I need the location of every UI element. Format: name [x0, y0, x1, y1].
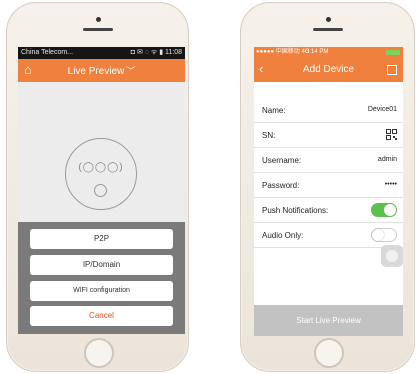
- camera-button-shape: [94, 184, 107, 197]
- carrier-label: China Telecom...: [21, 49, 74, 56]
- home-button[interactable]: [84, 338, 114, 368]
- cancel-button[interactable]: Cancel: [30, 306, 173, 326]
- page-title-text: Live Preview: [67, 66, 125, 77]
- option-p2p[interactable]: P2P: [30, 229, 173, 249]
- audio-only-toggle[interactable]: [371, 228, 397, 242]
- screen-add-device: ●●●●● 中国移动 4G 3:14 PM ‹ Add Device Name:…: [254, 47, 403, 336]
- username-label: Username:: [262, 156, 302, 165]
- earpiece-speaker: [83, 28, 113, 31]
- audio-only-label: Audio Only:: [262, 231, 304, 240]
- clock: 3:14 PM: [306, 49, 329, 55]
- action-sheet: P2P IP/Domain WIFI configuration Cancel: [18, 222, 185, 334]
- assistive-touch-button[interactable]: [381, 245, 403, 267]
- status-icons: ◘ ✉ ◌ ᯤ ▮ 11:08: [130, 49, 182, 56]
- push-notifications-label: Push Notifications:: [262, 206, 329, 215]
- nav-bar: ⌂ Live Preview ﹀: [18, 59, 185, 82]
- password-field[interactable]: •••••: [385, 181, 397, 188]
- phone-right: ●●●●● 中国移动 4G 3:14 PM ‹ Add Device Name:…: [240, 2, 415, 372]
- chevron-down-icon: ﹀: [126, 66, 136, 76]
- scan-icon[interactable]: [387, 65, 397, 75]
- qr-code-icon[interactable]: [386, 129, 397, 140]
- status-bar: ●●●●● 中国移动 4G 3:14 PM: [254, 47, 403, 58]
- phone-left: China Telecom... ◘ ✉ ◌ ᯤ ▮ 11:08 ⌂ Live …: [6, 2, 189, 372]
- name-row[interactable]: Name: Device01: [254, 98, 403, 123]
- option-wifi-configuration[interactable]: WIFI configuration: [30, 281, 173, 301]
- page-title: Add Device: [302, 64, 355, 75]
- toggle-knob: [372, 229, 384, 241]
- sn-row[interactable]: SN:: [254, 123, 403, 148]
- device-form: Name: Device01 SN: Username: admin Passw…: [254, 98, 403, 248]
- username-field[interactable]: admin: [378, 156, 397, 163]
- name-field[interactable]: Device01: [368, 106, 397, 113]
- battery-icon: [386, 50, 400, 55]
- screen-live-preview: China Telecom... ◘ ✉ ◌ ᯤ ▮ 11:08 ⌂ Live …: [18, 47, 185, 334]
- option-ip-domain[interactable]: IP/Domain: [30, 255, 173, 275]
- push-notifications-toggle[interactable]: [371, 203, 397, 217]
- home-button[interactable]: [314, 338, 344, 368]
- password-label: Password:: [262, 181, 300, 190]
- camera-lens-row: (◯◯◯): [78, 162, 124, 173]
- status-bar: China Telecom... ◘ ✉ ◌ ᯤ ▮ 11:08: [18, 47, 185, 59]
- toggle-knob: [384, 204, 396, 216]
- audio-only-row: Audio Only:: [254, 223, 403, 248]
- username-row[interactable]: Username: admin: [254, 148, 403, 173]
- front-camera: [326, 17, 331, 22]
- front-camera: [96, 17, 101, 22]
- password-row[interactable]: Password: •••••: [254, 173, 403, 198]
- carrier-label: ●●●●● 中国移动 4G: [256, 49, 310, 55]
- assistive-touch-icon: [386, 250, 398, 262]
- camera-illustration: (◯◯◯): [65, 138, 137, 210]
- push-notifications-row: Push Notifications:: [254, 198, 403, 223]
- earpiece-speaker: [313, 28, 343, 31]
- name-label: Name:: [262, 106, 286, 115]
- sn-label: SN:: [262, 131, 276, 140]
- start-live-preview-button[interactable]: Start Live Preview: [254, 305, 403, 336]
- nav-bar: ‹ Add Device: [254, 58, 403, 82]
- page-title[interactable]: Live Preview ﹀: [18, 64, 185, 77]
